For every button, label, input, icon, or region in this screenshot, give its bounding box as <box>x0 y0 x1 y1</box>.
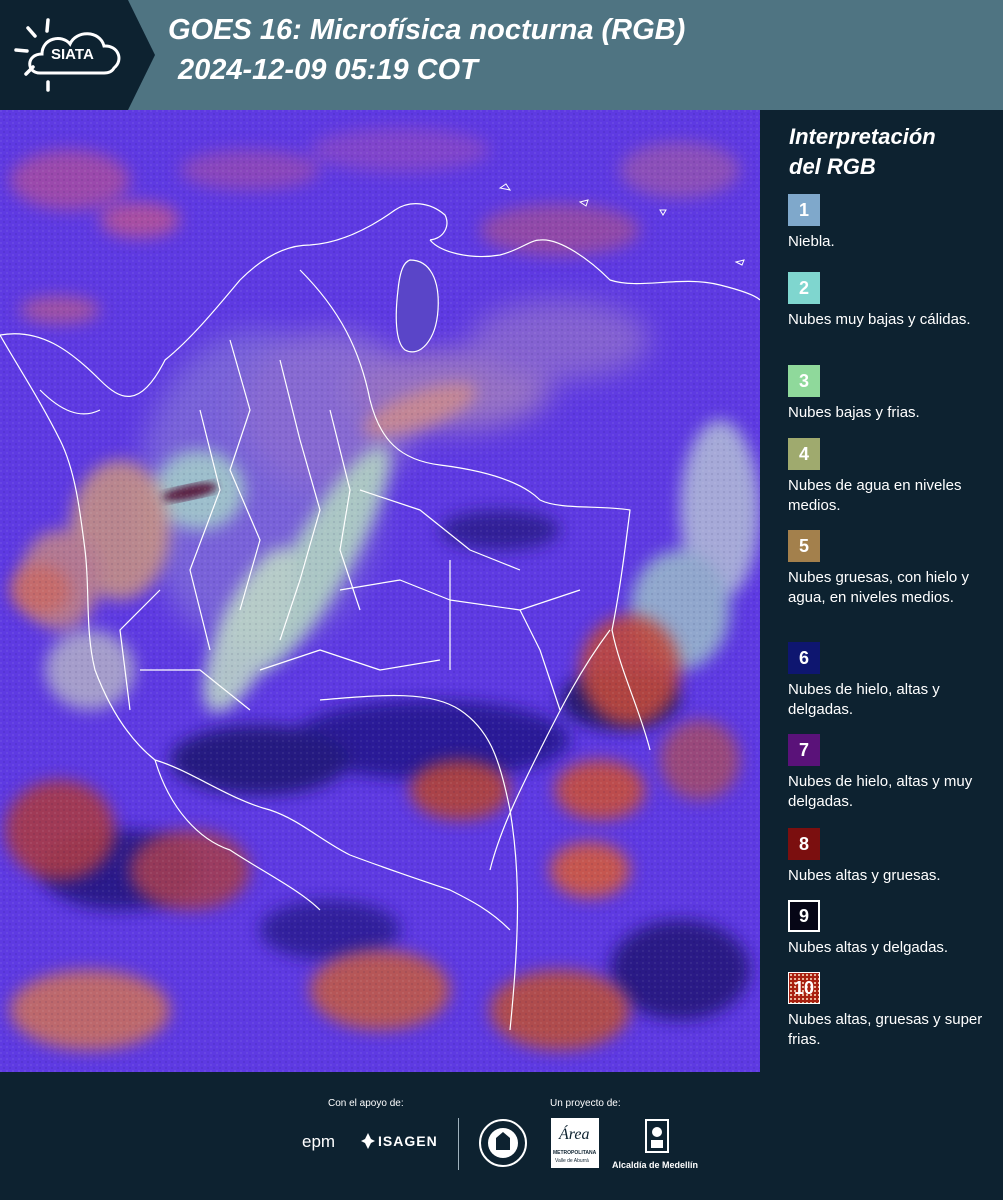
medellin-shield-icon <box>645 1119 669 1153</box>
isagen-icon <box>361 1133 375 1149</box>
isagen-logo: ISAGEN <box>378 1133 438 1149</box>
legend-item-1: 1 Niebla. <box>788 194 1000 252</box>
legend-swatch: 9 <box>788 900 820 932</box>
university-seal-icon <box>479 1119 527 1167</box>
legend-item-8: 8 Nubes altas y gruesas. <box>788 828 1000 886</box>
legend-item-3: 3 Nubes bajas y frias. <box>788 365 1000 423</box>
legend-swatch: 5 <box>788 530 820 562</box>
legend-swatch: 6 <box>788 642 820 674</box>
project-caption: Un proyecto de: <box>550 1098 621 1109</box>
siata-logo-text: SIATA <box>51 46 94 63</box>
legend-label: Nubes gruesas, con hielo y agua, en nive… <box>788 569 969 606</box>
footer-divider <box>458 1118 459 1170</box>
area-metropolitana-logo: Área METROPOLITANA Valle de Aburrá <box>551 1118 599 1168</box>
legend-swatch: 4 <box>788 438 820 470</box>
legend-item-5: 5 Nubes gruesas, con hielo y agua, en ni… <box>788 530 1000 608</box>
siata-logo: SIATA <box>0 0 155 110</box>
legend-label: Niebla. <box>788 233 835 250</box>
legend-swatch: 3 <box>788 365 820 397</box>
legend-swatch: 8 <box>788 828 820 860</box>
legend-item-6: 6 Nubes de hielo, altas y delgadas. <box>788 642 1000 720</box>
legend-label: Nubes de hielo, altas y delgadas. <box>788 681 940 718</box>
legend-item-4: 4 Nubes de agua en niveles medios. <box>788 438 1000 516</box>
legend-label: Nubes muy bajas y cálidas. <box>788 311 971 328</box>
legend-title: Interpretación del RGB <box>789 124 936 179</box>
footer: Con el apoyo de: Un proyecto de: epm ISA… <box>0 1072 1003 1200</box>
epm-logo: epm <box>302 1132 336 1151</box>
legend-item-9: 9 Nubes altas y delgadas. <box>788 900 1000 958</box>
legend-label: Nubes altas y gruesas. <box>788 867 941 884</box>
legend-label: Nubes de agua en niveles medios. <box>788 477 962 514</box>
legend-item-7: 7 Nubes de hielo, altas y muy delgadas. <box>788 734 1000 812</box>
satellite-image <box>0 110 760 1072</box>
support-caption: Con el apoyo de: <box>328 1098 404 1109</box>
rgb-legend: Interpretación del RGB 1 Niebla. 2 Nubes… <box>760 110 1003 1072</box>
page-title: GOES 16: Microfísica nocturna (RGB) <box>168 14 686 46</box>
legend-item-10: 10 Nubes altas, gruesas y super frias. <box>788 972 1000 1050</box>
satellite-map <box>0 110 760 1072</box>
legend-swatch: 10 <box>788 972 820 1004</box>
legend-swatch: 2 <box>788 272 820 304</box>
medellin-label: Alcaldía de Medellín <box>612 1160 699 1170</box>
header: SIATA GOES 16: Microfísica nocturna (RGB… <box>0 0 1003 110</box>
legend-label: Nubes bajas y frias. <box>788 404 920 421</box>
page-timestamp: 2024-12-09 05:19 COT <box>178 54 478 86</box>
legend-swatch: 7 <box>788 734 820 766</box>
legend-label: Nubes de hielo, altas y muy delgadas. <box>788 773 973 810</box>
legend-label: Nubes altas, gruesas y super frias. <box>788 1011 983 1048</box>
legend-item-2: 2 Nubes muy bajas y cálidas. <box>788 272 1000 330</box>
legend-swatch: 1 <box>788 194 820 226</box>
legend-label: Nubes altas y delgadas. <box>788 939 949 956</box>
